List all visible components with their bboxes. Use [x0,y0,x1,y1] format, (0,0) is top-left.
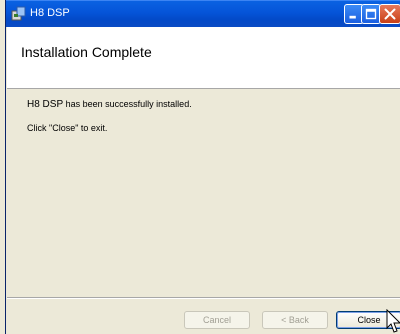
title-bar[interactable]: H8 DSP [6,0,400,27]
installer-window: H8 DSP Installation Complete H8 DSP has … [5,0,400,334]
exit-instruction: Click "Close" to exit. [27,123,108,133]
maximize-button[interactable] [361,4,381,24]
success-message: H8 DSP has been successfully installed. [27,99,192,110]
window-title: H8 DSP [30,7,70,19]
maximize-icon [365,8,377,20]
product-name: H8 DSP [27,99,64,110]
installer-icon [11,6,26,21]
mouse-pointer-icon [386,309,400,333]
footer-divider [7,297,400,299]
header-panel: Installation Complete [7,27,400,89]
cancel-button[interactable]: Cancel [184,311,250,329]
page-title: Installation Complete [21,44,152,60]
back-button[interactable]: < Back [262,311,328,329]
close-icon [384,8,396,20]
success-text: has been successfully installed. [63,99,192,109]
close-window-button[interactable] [379,4,400,24]
